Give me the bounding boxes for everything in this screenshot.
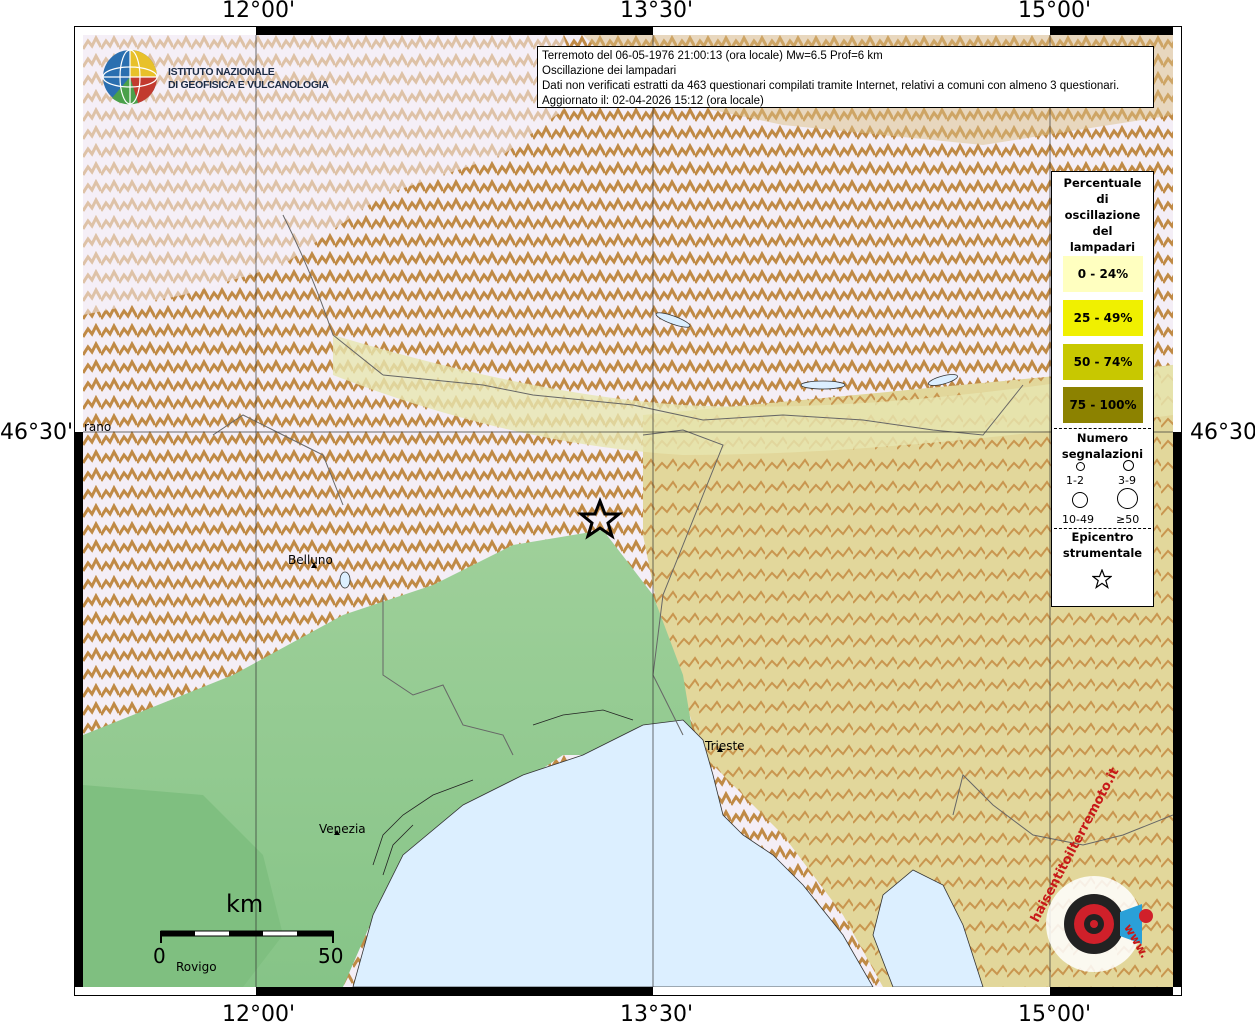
legend-count-title-line-2: segnalazioni xyxy=(1061,447,1144,461)
legend-count-3-9: 3-9 xyxy=(1118,474,1136,487)
data-note: Dati non verificati estratti da 463 ques… xyxy=(542,80,1120,92)
legend-title-line-2: di xyxy=(1096,192,1109,206)
lon-label-bottom-1: 12°00' xyxy=(222,1002,296,1027)
hsit-logo[interactable]: haisentitoilterremoto.it www. xyxy=(1028,765,1162,974)
lon-label-bottom-2: 13°30' xyxy=(620,1002,694,1027)
scale-unit: km xyxy=(226,890,264,918)
update-date: Aggiornato il: 02-04-2026 15:12 (ora loc… xyxy=(542,95,764,107)
lon-label-top-1: 12°00' xyxy=(222,0,296,23)
legend-star-icon xyxy=(1092,569,1112,589)
legend-separator-1 xyxy=(1054,428,1151,429)
label-rovigo: Rovigo xyxy=(176,960,217,974)
terrain-svg xyxy=(83,35,1173,987)
legend-title-line-4: del xyxy=(1092,224,1113,238)
legend-circle-small-icon xyxy=(1076,462,1085,471)
frame-bar-top-right xyxy=(1050,26,1173,35)
legend-epicentre-title-line-1: Epicentro xyxy=(1071,530,1134,544)
scale-start: 0 xyxy=(153,944,166,968)
label-venezia: Venezia xyxy=(319,822,366,836)
map-legend: Percentuale di oscillazione del lampadar… xyxy=(1051,171,1154,607)
label-trieste: Trieste xyxy=(705,739,745,753)
scale-end: 50 xyxy=(318,944,344,968)
legend-swatch-50-74: 50 - 74% xyxy=(1063,344,1143,380)
legend-count-title-line-1: Numero xyxy=(1076,431,1129,445)
lon-label-bottom-3: 15°00' xyxy=(1018,1002,1092,1027)
relief-map[interactable] xyxy=(83,35,1173,987)
lat-label-right: 46°30' xyxy=(1190,420,1255,445)
ingv-logo-line1: ISTITUTO NAZIONALE xyxy=(168,66,275,78)
legend-count-title: Numero segnalazioni xyxy=(1052,430,1153,462)
ingv-globe-icon xyxy=(102,49,158,105)
legend-swatch-0-24: 0 - 24% xyxy=(1063,256,1143,292)
frame-bar-right xyxy=(1173,432,1182,987)
label-bolzano-partial: rano xyxy=(84,420,112,434)
legend-epicentre-title: Epicentro strumentale xyxy=(1052,529,1153,561)
event-title: Terremoto del 06-05-1976 21:00:13 (ora l… xyxy=(542,50,883,62)
legend-count-50-plus: ≥50 xyxy=(1116,513,1140,526)
legend-count-1-2: 1-2 xyxy=(1066,474,1084,487)
frame-bar-bottom-right xyxy=(1050,987,1173,996)
lon-label-top-3: 15°00' xyxy=(1018,0,1092,23)
map-subject: Oscillazione dei lampadari xyxy=(542,65,677,77)
legend-swatch-75-100: 75 - 100% xyxy=(1063,387,1143,423)
frame-bar-top xyxy=(256,26,653,35)
legend-count-10-49: 10-49 xyxy=(1062,513,1094,526)
event-info-box: Terremoto del 06-05-1976 21:00:13 (ora l… xyxy=(537,46,1154,108)
legend-title-line-5: lampadari xyxy=(1069,240,1136,254)
lon-label-top-2: 13°30' xyxy=(620,0,694,23)
legend-title-line-3: oscillazione xyxy=(1064,208,1141,222)
legend-circle-medium-icon xyxy=(1123,460,1134,471)
legend-circle-large-icon xyxy=(1072,492,1088,508)
legend-swatch-25-49: 25 - 49% xyxy=(1063,300,1143,336)
legend-epicentre-title-line-2: strumentale xyxy=(1062,546,1143,560)
legend-title-line-1: Percentuale xyxy=(1063,176,1142,190)
legend-title: Percentuale di oscillazione del lampadar… xyxy=(1052,175,1153,255)
lake-santa-croce xyxy=(339,571,351,589)
legend-circle-xlarge-icon xyxy=(1117,488,1138,509)
ingv-logo-line2: DI GEOFISICA E VULCANOLOGIA xyxy=(168,79,329,91)
frame-bar-left xyxy=(74,432,83,987)
frame-bar-bottom xyxy=(256,987,653,996)
lat-label-left: 46°30' xyxy=(0,420,74,445)
label-belluno: Belluno xyxy=(288,553,333,567)
ingv-logo xyxy=(100,48,162,106)
lake-woerthersee xyxy=(800,380,846,390)
